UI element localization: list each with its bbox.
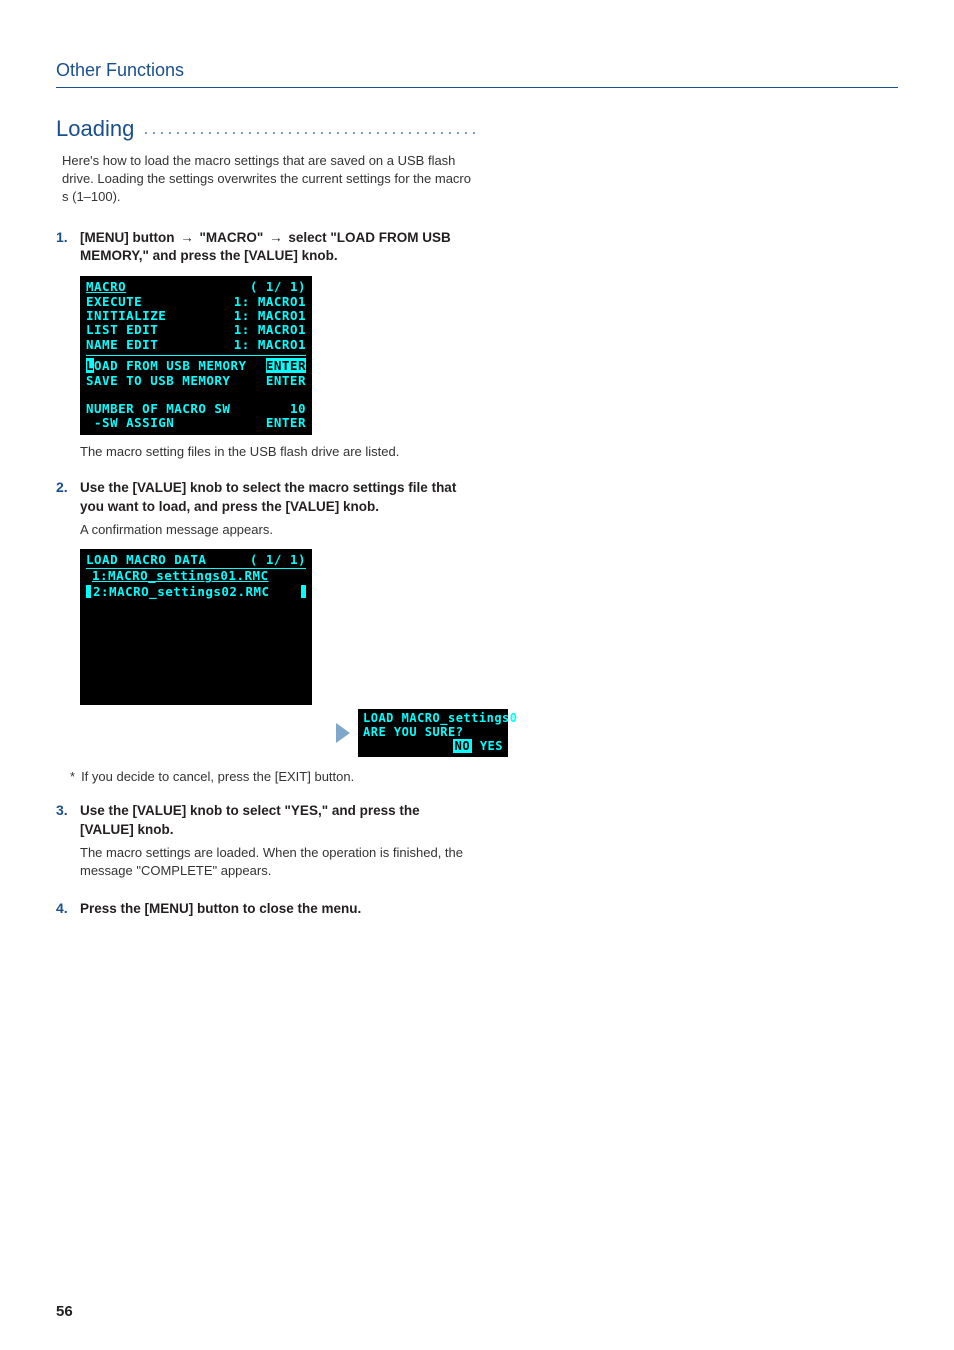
dialog-line1: LOAD MACRO_settings0 bbox=[363, 712, 518, 726]
step-1-after: The macro setting files in the USB flash… bbox=[80, 443, 476, 461]
step-1-part1: [MENU] button bbox=[80, 230, 174, 245]
lcd-screenshot-1: MACRO ( 1/ 1) EXECUTE 1: MACRO1 INITIALIZ… bbox=[80, 276, 476, 434]
dialog-no: NO bbox=[453, 739, 472, 753]
lcd1-r0-l: EXECUTE bbox=[86, 295, 142, 309]
selection-bracket-left-icon bbox=[86, 585, 91, 598]
lcd1-sel-l: OAD FROM USB MEMORY bbox=[94, 358, 247, 373]
dialog-line2: ARE YOU SURE? bbox=[363, 726, 463, 740]
lcd1-selected-row: LOAD FROM USB MEMORY bbox=[86, 359, 247, 373]
step-3-text: Use the [VALUE] knob to select "YES," an… bbox=[80, 802, 476, 840]
asterisk-icon: * bbox=[70, 769, 75, 784]
lcd1-after-sel-r: ENTER bbox=[266, 374, 306, 388]
lcd1-r1-r: 1: MACRO1 bbox=[234, 309, 306, 323]
lcd1-after-sel-l: SAVE TO USB MEMORY bbox=[86, 374, 230, 388]
step-3-after: The macro settings are loaded. When the … bbox=[80, 844, 476, 880]
lcd2-title: LOAD MACRO DATA bbox=[86, 553, 206, 567]
step-2-after: A confirmation message appears. bbox=[80, 521, 476, 539]
cancel-note: * If you decide to cancel, press the [EXI… bbox=[70, 769, 476, 784]
lcd1-r2-0-r: 10 bbox=[290, 402, 306, 416]
lcd1-r2-0-l: NUMBER OF MACRO SW bbox=[86, 402, 230, 416]
lcd1-r3-l: NAME EDIT bbox=[86, 338, 158, 352]
arrow-icon: → bbox=[180, 230, 194, 245]
lcd1-r0-r: 1: MACRO1 bbox=[234, 295, 306, 309]
step-number: 4. bbox=[56, 900, 74, 919]
subsection-title-row: Loading bbox=[56, 116, 476, 142]
lcd2-file2: 2:MACRO_settings02.RMC bbox=[93, 585, 299, 599]
lcd2-file1: 1:MACRO_settings01.RMC bbox=[86, 569, 306, 583]
play-arrow-icon bbox=[336, 723, 350, 743]
lcd1-r2-r: 1: MACRO1 bbox=[234, 323, 306, 337]
step-3: 3. Use the [VALUE] knob to select "YES,"… bbox=[56, 802, 476, 880]
step-number: 1. bbox=[56, 229, 74, 267]
intro-paragraph: Here's how to load the macro settings th… bbox=[62, 152, 476, 207]
page-number: 56 bbox=[56, 1303, 73, 1320]
step-1: 1. [MENU] button → "MACRO" → select "LOA… bbox=[56, 229, 476, 267]
step-1-text: [MENU] button → "MACRO" → select "LOAD F… bbox=[80, 229, 476, 267]
step-1-part2: "MACRO" bbox=[200, 230, 264, 245]
lcd1-r3-r: 1: MACRO1 bbox=[234, 338, 306, 352]
selection-bracket-right-icon bbox=[301, 585, 306, 598]
dialog-wrap: LOAD MACRO_settings0 ARE YOU SURE? NO YE… bbox=[336, 709, 476, 757]
arrow-icon: → bbox=[269, 230, 283, 245]
step-number: 3. bbox=[56, 802, 74, 880]
dialog-yes: YES bbox=[480, 739, 503, 753]
subsection-title: Loading bbox=[56, 116, 134, 142]
lcd-screenshot-2: LOAD MACRO DATA ( 1/ 1) 1:MACRO_settings… bbox=[80, 549, 312, 705]
step-2-text: Use the [VALUE] knob to select the macro… bbox=[80, 479, 476, 517]
step-number: 2. bbox=[56, 479, 74, 539]
lcd2-page: ( 1/ 1) bbox=[250, 553, 306, 567]
title-dots bbox=[142, 130, 476, 136]
lcd-dialog: LOAD MACRO_settings0 ARE YOU SURE? NO YE… bbox=[358, 709, 508, 757]
lcd1-r2-l: LIST EDIT bbox=[86, 323, 158, 337]
lcd1-r2-1-r: ENTER bbox=[266, 416, 306, 430]
lcd1-r1-l: INITIALIZE bbox=[86, 309, 166, 323]
step-2: 2. Use the [VALUE] knob to select the ma… bbox=[56, 479, 476, 539]
lcd1-r2-1-l: -SW ASSIGN bbox=[86, 416, 174, 430]
step-4-text: Press the [MENU] button to close the men… bbox=[80, 900, 476, 919]
lcd1-title: MACRO bbox=[86, 280, 126, 294]
step-4: 4. Press the [MENU] button to close the … bbox=[56, 900, 476, 919]
section-header: Other Functions bbox=[56, 60, 898, 88]
lcd1-sel-r: ENTER bbox=[266, 359, 306, 373]
lcd1-page: ( 1/ 1) bbox=[250, 280, 306, 294]
cancel-note-text: If you decide to cancel, press the [EXIT… bbox=[81, 769, 354, 784]
